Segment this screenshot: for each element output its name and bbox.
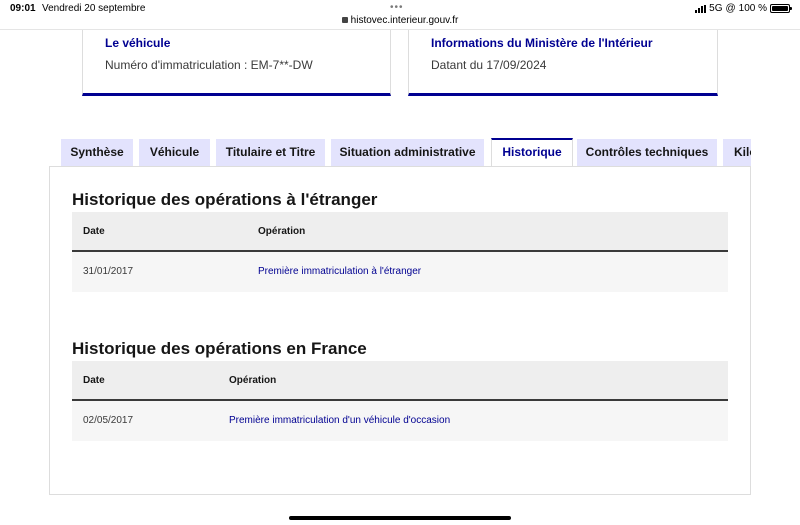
row-operation: Première immatriculation à l'étranger [258, 266, 422, 277]
battery-icon [770, 4, 792, 13]
lock-icon [341, 17, 348, 23]
status-indicators: 5G @ 100 % [695, 3, 792, 14]
vehicle-card-title: Le véhicule [105, 36, 171, 50]
more-dots-icon[interactable]: ••• [390, 2, 404, 13]
table-etranger: Date Opération 31/01/2017 Première immat… [72, 212, 728, 292]
tab-titulaire[interactable]: Titulaire et Titre [216, 139, 325, 166]
tab-kilometrage[interactable]: Kilo [723, 139, 751, 166]
status-date: Vendredi 20 septembre [42, 3, 146, 14]
vehicle-card: Le véhicule Numéro d'immatriculation : E… [82, 30, 391, 96]
focus-icon: @ [725, 3, 736, 14]
table-row: 31/01/2017 Première immatriculation à l'… [72, 252, 728, 292]
status-bar: 09:01 Vendredi 20 septembre ••• histovec… [0, 0, 800, 30]
plate-number: Numéro d'immatriculation : EM-7**-DW [105, 58, 313, 72]
network-label: 5G [709, 3, 723, 14]
table-header: Date Opération [72, 361, 728, 401]
table-row: 02/05/2017 Première immatriculation d'un… [72, 401, 728, 441]
column-date: Date [83, 375, 105, 386]
historique-panel: Historique des opérations à l'étranger D… [49, 166, 751, 495]
row-date: 31/01/2017 [83, 266, 134, 277]
column-operation: Opération [229, 375, 277, 386]
table-france: Date Opération 02/05/2017 Première immat… [72, 361, 728, 441]
home-indicator[interactable] [289, 516, 511, 520]
battery-label: 100 % [738, 3, 767, 14]
clock: 09:01 [10, 3, 36, 14]
data-date: Datant du 17/09/2024 [431, 58, 547, 72]
ministry-card: Informations du Ministère de l'Intérieur… [408, 30, 718, 96]
section-title-etranger: Historique des opérations à l'étranger [72, 190, 378, 209]
address-bar[interactable]: histovec.interieur.gouv.fr [0, 15, 800, 26]
table-header: Date Opération [72, 212, 728, 252]
section-title-france: Historique des opérations en France [72, 339, 367, 358]
column-date: Date [83, 226, 105, 237]
ministry-card-title: Informations du Ministère de l'Intérieur [431, 36, 653, 50]
signal-icon [695, 4, 707, 13]
url-text: histovec.interieur.gouv.fr [350, 15, 459, 26]
tab-vehicule[interactable]: Véhicule [139, 139, 210, 166]
tab-bar: Synthèse Véhicule Titulaire et Titre Sit… [61, 138, 751, 166]
column-operation: Opération [258, 226, 306, 237]
tab-situation-administrative[interactable]: Situation administrative [331, 139, 484, 166]
row-date: 02/05/2017 [83, 415, 134, 426]
row-operation: Première immatriculation d'un véhicule d… [229, 415, 451, 426]
tab-historique[interactable]: Historique [491, 138, 573, 166]
tab-controles-techniques[interactable]: Contrôles techniques [577, 139, 717, 166]
tab-synthese[interactable]: Synthèse [61, 139, 133, 166]
